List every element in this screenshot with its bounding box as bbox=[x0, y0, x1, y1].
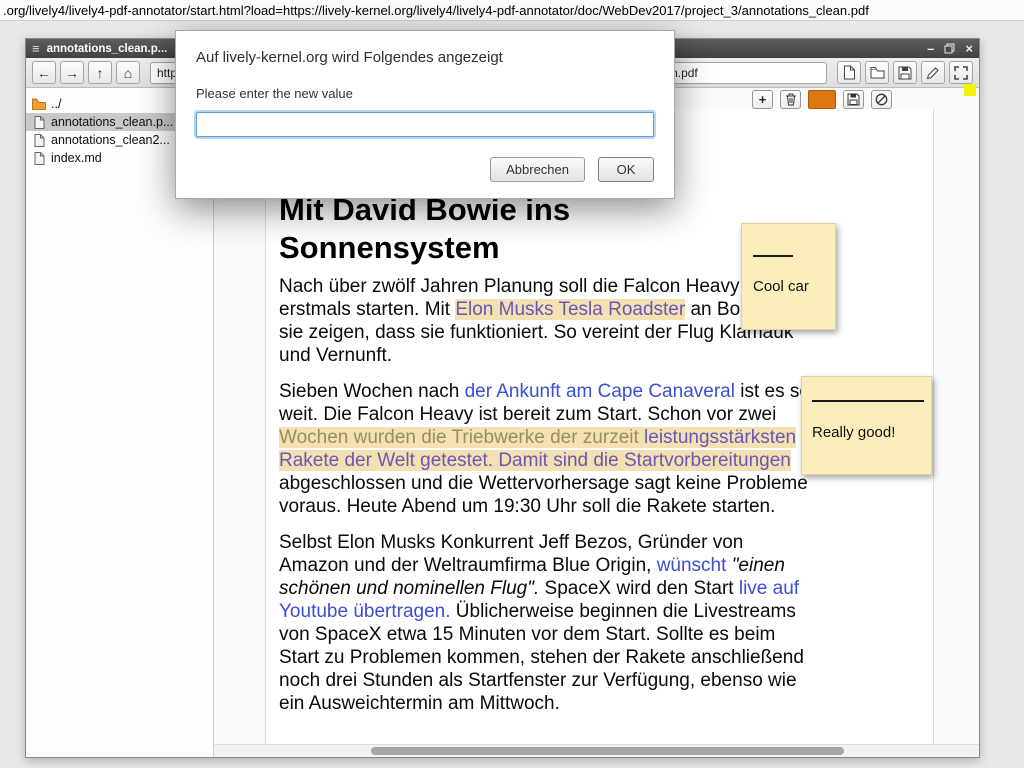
delete-annotation-button[interactable] bbox=[780, 90, 801, 109]
browser-url-text: .org/lively4/lively4-pdf-annotator/start… bbox=[3, 3, 869, 18]
article-title-line2: Sonnensystem bbox=[279, 229, 814, 267]
save-button[interactable] bbox=[893, 61, 917, 84]
file-item-label: index.md bbox=[51, 151, 102, 165]
dialog-value-input[interactable] bbox=[196, 112, 654, 137]
sticky-note[interactable]: Cool car bbox=[741, 223, 836, 330]
article-paragraph: Selbst Elon Musks Konkurrent Jeff Bezos,… bbox=[279, 531, 814, 715]
text-segment: abgeschlossen und die Wettervorhersage s… bbox=[279, 473, 808, 517]
dialog-cancel-button[interactable]: Abbrechen bbox=[490, 157, 585, 182]
yellow-marker bbox=[964, 84, 976, 96]
text-segment: Wochen wurden die Triebwerke der zurzeit bbox=[279, 427, 644, 448]
close-button[interactable]: × bbox=[965, 42, 973, 56]
save-annotations-button[interactable] bbox=[843, 90, 864, 109]
browser-url-bar[interactable]: .org/lively4/lively4-pdf-annotator/start… bbox=[0, 0, 1024, 21]
cancel-annotations-button[interactable] bbox=[871, 90, 892, 109]
edit-button[interactable] bbox=[921, 61, 945, 84]
file-item-label: annotations_clean2... bbox=[51, 133, 170, 147]
text-segment: SpaceX wird den Start bbox=[539, 578, 739, 599]
prompt-dialog: Auf lively-kernel.org wird Folgendes ang… bbox=[175, 30, 675, 199]
sticky-note[interactable]: Really good! bbox=[801, 376, 932, 475]
dialog-message: Please enter the new value bbox=[196, 86, 654, 101]
folder-icon bbox=[32, 98, 46, 110]
text-segment: Sieben Wochen nach bbox=[279, 381, 465, 402]
new-file-button[interactable] bbox=[837, 61, 861, 84]
file-icon bbox=[32, 116, 46, 129]
annotation-line bbox=[812, 400, 924, 402]
back-button[interactable]: ← bbox=[32, 61, 56, 84]
add-annotation-button[interactable]: + bbox=[752, 90, 773, 109]
text-link[interactable]: der Ankunft am Cape Canaveral bbox=[465, 381, 735, 402]
sticky-note-text: Really good! bbox=[812, 424, 931, 441]
open-folder-button[interactable] bbox=[865, 61, 889, 84]
horizontal-scrollbar[interactable] bbox=[214, 744, 979, 757]
file-icon bbox=[32, 134, 46, 147]
scrollbar-thumb[interactable] bbox=[371, 747, 844, 755]
article: Mit David Bowie ins Sonnensystem Nach üb… bbox=[266, 109, 814, 715]
dialog-title: Auf lively-kernel.org wird Folgendes ang… bbox=[196, 49, 654, 66]
window-menu-icon[interactable]: ≡ bbox=[32, 41, 40, 56]
file-item-label: annotations_clean.p... bbox=[51, 115, 173, 129]
fullscreen-button[interactable] bbox=[949, 61, 973, 84]
annotation-toolbar: + bbox=[752, 90, 892, 109]
file-item-label: ../ bbox=[51, 97, 61, 111]
file-icon bbox=[32, 152, 46, 165]
dialog-ok-button[interactable]: OK bbox=[598, 157, 654, 182]
maximize-button[interactable] bbox=[944, 43, 955, 54]
desktop: .org/lively4/lively4-pdf-annotator/start… bbox=[0, 0, 1024, 768]
sticky-note-text: Cool car bbox=[753, 278, 835, 295]
home-button[interactable]: ⌂ bbox=[116, 61, 140, 84]
color-swatch-button[interactable] bbox=[808, 90, 836, 109]
text-link[interactable]: wünscht bbox=[657, 555, 727, 576]
text-segment: Elon Musks Tesla Roadster bbox=[455, 299, 685, 320]
article-paragraph: Nach über zwölf Jahren Planung soll die … bbox=[279, 275, 814, 367]
minimize-button[interactable]: – bbox=[927, 42, 934, 56]
text-segment: Damit sind die Startvorbereitungen bbox=[498, 450, 791, 471]
article-title: Mit David Bowie ins Sonnensystem bbox=[279, 191, 814, 267]
up-button[interactable]: ↑ bbox=[88, 61, 112, 84]
annotation-line bbox=[753, 255, 793, 257]
forward-button[interactable]: → bbox=[60, 61, 84, 84]
article-paragraph: Sieben Wochen nach der Ankunft am Cape C… bbox=[279, 380, 814, 518]
